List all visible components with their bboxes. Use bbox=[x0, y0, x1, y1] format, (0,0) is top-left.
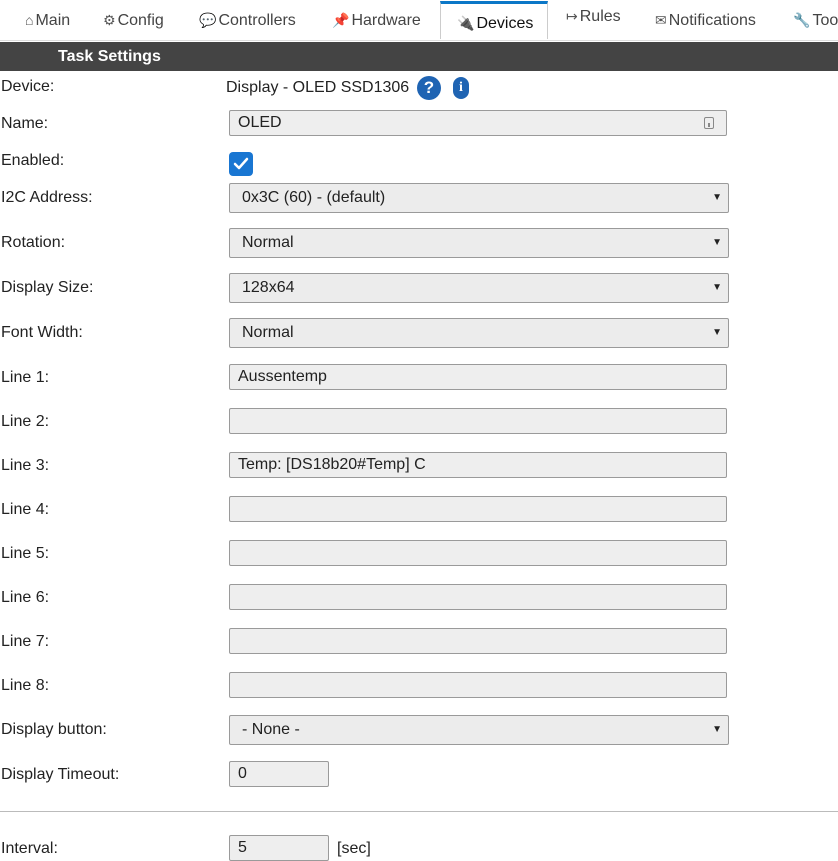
chevron-down-icon: ▼ bbox=[712, 237, 722, 248]
tab-notifications[interactable]: ✉ Notifications bbox=[655, 0, 756, 40]
font-width-value: Normal bbox=[242, 324, 294, 341]
tab-hardware-label: Hardware bbox=[351, 12, 421, 29]
line-3-label: Line 3: bbox=[1, 457, 50, 474]
interval-input[interactable]: 5 bbox=[229, 835, 329, 861]
tab-notifications-label: Notifications bbox=[668, 12, 756, 29]
tab-controllers-label: Controllers bbox=[218, 12, 296, 29]
tab-config[interactable]: ⚙ Config bbox=[103, 0, 164, 40]
chevron-down-icon: ▼ bbox=[712, 724, 722, 735]
chevron-down-icon: ▼ bbox=[712, 327, 722, 338]
rotation-select[interactable]: Normal ▼ bbox=[229, 228, 729, 258]
line-3-value: Temp: [DS18b20#Temp] C bbox=[238, 456, 426, 473]
rotation-label: Rotation: bbox=[1, 234, 66, 251]
line-2-label: Line 2: bbox=[1, 413, 50, 430]
divider bbox=[0, 811, 838, 812]
tab-hardware[interactable]: 📌 Hardware bbox=[332, 0, 421, 40]
enabled-checkbox[interactable] bbox=[229, 152, 253, 176]
tab-rules-label: Rules bbox=[579, 8, 621, 25]
line-6-label: Line 6: bbox=[1, 589, 50, 606]
name-label: Name: bbox=[1, 115, 49, 132]
chevron-down-icon: ▼ bbox=[712, 192, 722, 203]
line-5-label: Line 5: bbox=[1, 545, 50, 562]
device-label: Device: bbox=[1, 78, 55, 95]
line-6-input[interactable] bbox=[229, 584, 727, 610]
plug-icon: 🔌 bbox=[457, 15, 475, 31]
tab-tools-label: Tools bbox=[812, 12, 838, 29]
password-manager-icon[interactable] bbox=[704, 117, 714, 129]
gear-icon: ⚙ bbox=[103, 12, 116, 28]
tab-config-label: Config bbox=[117, 12, 164, 29]
i2c-address-value: 0x3C (60) - (default) bbox=[242, 189, 386, 206]
help-icon[interactable]: ? bbox=[417, 76, 441, 100]
interval-unit: [sec] bbox=[337, 840, 371, 857]
line-3-input[interactable]: Temp: [DS18b20#Temp] C bbox=[229, 452, 727, 478]
display-size-value: 128x64 bbox=[242, 279, 295, 296]
top-navigation: ⌂ Main ⚙ Config 💬 Controllers 📌 Hardware 🔌 De… bbox=[0, 0, 838, 41]
speech-bubble-icon: 💬 bbox=[199, 12, 217, 28]
info-icon[interactable]: i bbox=[453, 77, 469, 99]
tab-controllers[interactable]: 💬 Controllers bbox=[199, 0, 296, 40]
display-size-label: Display Size: bbox=[1, 279, 94, 296]
checkmark-icon bbox=[233, 157, 249, 170]
interval-label: Interval: bbox=[1, 840, 58, 857]
section-title: Task Settings bbox=[58, 48, 161, 65]
display-timeout-input[interactable]: 0 bbox=[229, 761, 329, 787]
display-button-value: - None - bbox=[242, 721, 300, 738]
interval-value: 5 bbox=[238, 839, 247, 856]
home-icon: ⌂ bbox=[25, 12, 34, 28]
wrench-icon: 🔧 bbox=[793, 12, 811, 28]
i2c-address-label: I2C Address: bbox=[1, 189, 93, 206]
line-4-input[interactable] bbox=[229, 496, 727, 522]
line-8-input[interactable] bbox=[229, 672, 727, 698]
tab-main-label: Main bbox=[35, 12, 71, 29]
chevron-down-icon: ▼ bbox=[712, 282, 722, 293]
i2c-address-select[interactable]: 0x3C (60) - (default) ▼ bbox=[229, 183, 729, 213]
rotation-value: Normal bbox=[242, 234, 294, 251]
line-7-label: Line 7: bbox=[1, 633, 50, 650]
line-4-label: Line 4: bbox=[1, 501, 50, 518]
tab-rules[interactable]: ↦ Rules bbox=[566, 0, 621, 36]
display-button-select[interactable]: - None - ▼ bbox=[229, 715, 729, 745]
name-input-value: OLED bbox=[238, 114, 282, 131]
device-value: Display - OLED SSD1306 bbox=[226, 79, 410, 96]
line-1-input[interactable]: Aussentemp bbox=[229, 364, 727, 390]
display-size-select[interactable]: 128x64 ▼ bbox=[229, 273, 729, 303]
tab-devices[interactable]: 🔌 Devices bbox=[440, 1, 548, 39]
line-7-input[interactable] bbox=[229, 628, 727, 654]
arrow-right-icon: ↦ bbox=[566, 8, 578, 24]
enabled-label: Enabled: bbox=[1, 152, 65, 169]
display-timeout-label: Display Timeout: bbox=[1, 766, 120, 783]
tab-devices-label: Devices bbox=[476, 15, 534, 32]
envelope-icon: ✉ bbox=[655, 12, 667, 28]
line-2-input[interactable] bbox=[229, 408, 727, 434]
section-header: Task Settings bbox=[0, 42, 838, 71]
line-5-input[interactable] bbox=[229, 540, 727, 566]
line-1-value: Aussentemp bbox=[238, 368, 327, 385]
font-width-label: Font Width: bbox=[1, 324, 83, 341]
name-input[interactable]: OLED bbox=[229, 110, 727, 136]
tab-main[interactable]: ⌂ Main bbox=[25, 0, 70, 40]
pushpin-icon: 📌 bbox=[332, 12, 350, 28]
display-button-label: Display button: bbox=[1, 721, 107, 738]
display-timeout-value: 0 bbox=[238, 765, 247, 782]
font-width-select[interactable]: Normal ▼ bbox=[229, 318, 729, 348]
tab-tools[interactable]: 🔧Tools bbox=[793, 0, 838, 40]
line-8-label: Line 8: bbox=[1, 677, 50, 694]
line-1-label: Line 1: bbox=[1, 369, 50, 386]
